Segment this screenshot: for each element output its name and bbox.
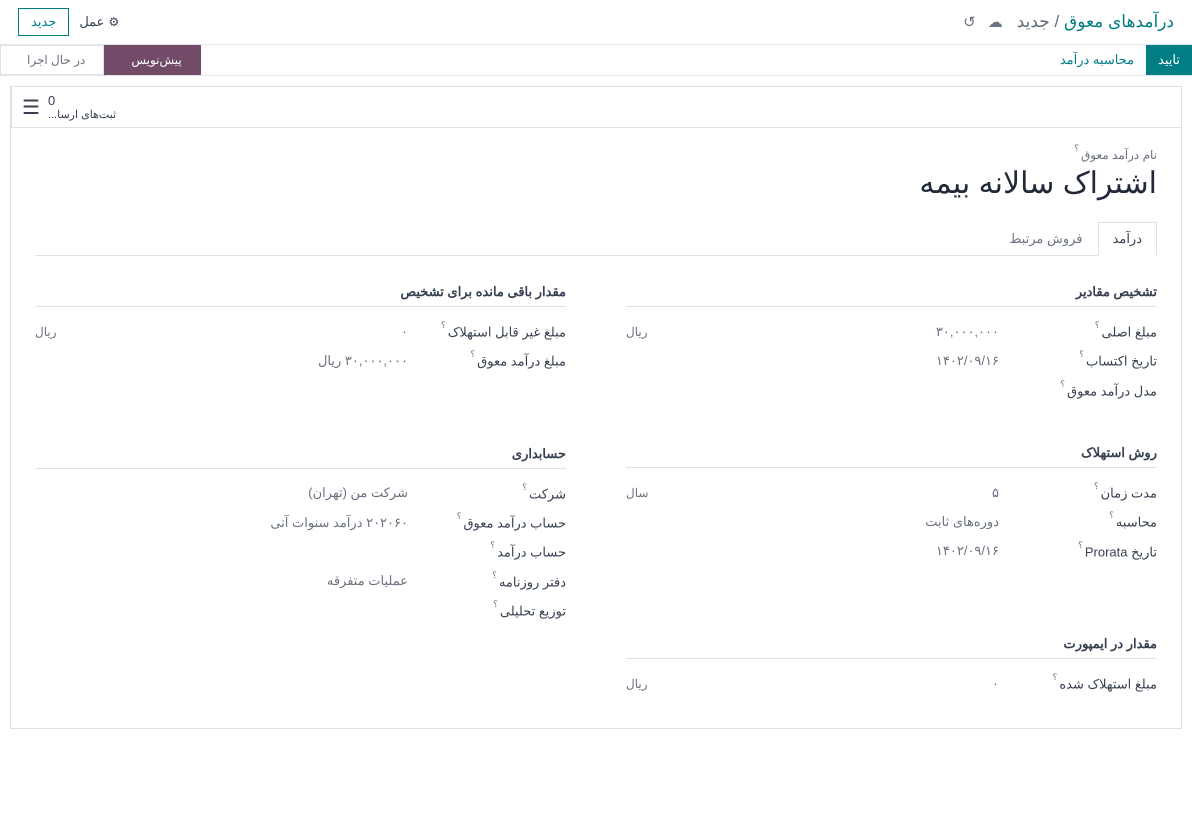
stat-count: 0	[48, 93, 116, 108]
breadcrumb: درآمدهای معوق / جدید	[1017, 12, 1174, 32]
duration-label: مدت زمان؟	[1007, 484, 1157, 501]
breadcrumb-current: جدید	[1017, 12, 1050, 31]
group-method: روش استهلاک	[626, 445, 1157, 468]
deferred-amount-label: مبلغ درآمد معوق؟	[416, 352, 566, 369]
compute-revenue-button[interactable]: محاسبه درآمد	[1048, 45, 1146, 75]
group-remaining: مقدار باقی مانده برای تشخیص	[35, 284, 566, 307]
stage-draft[interactable]: پیش‌نویس	[104, 45, 200, 75]
record-title[interactable]: اشتراک سالانه بیمه	[35, 166, 1157, 201]
posted-entries-button[interactable]: 0 ثبت‌های ارسا... ☰	[11, 87, 126, 127]
name-label: نام درآمد معوق؟	[35, 146, 1157, 162]
acquisition-date-label: تاریخ اکتساب؟	[1007, 352, 1157, 369]
duration-field[interactable]: ۵ سال	[626, 485, 999, 501]
prorata-date-field[interactable]: ۱۴۰۲/۰۹/۱۶	[626, 543, 999, 559]
acquisition-date-field[interactable]: ۱۴۰۲/۰۹/۱۶	[626, 353, 999, 369]
gear-icon: ⚙	[108, 15, 119, 29]
stat-label: ثبت‌های ارسا...	[48, 108, 116, 121]
prorata-date-label: تاریخ Prorata؟	[1007, 543, 1157, 560]
undo-icon[interactable]: ↺	[963, 13, 976, 31]
non-depreciable-field[interactable]: ۰ ریال	[35, 324, 408, 340]
journal-label: دفتر روزنامه؟	[416, 573, 566, 590]
deferred-account-field[interactable]: ۲۰۲۰۶۰ درآمد سنوات آتی	[35, 515, 408, 531]
group-allocation: تشخیص مقادیر	[626, 284, 1157, 307]
action-label: عمل	[79, 14, 104, 30]
non-depreciable-label: مبلغ غیر قابل استهلاک؟	[416, 323, 566, 340]
analytic-label: توزیع تحلیلی؟	[416, 602, 566, 619]
depreciated-field[interactable]: ۰ ریال	[626, 676, 999, 692]
computation-field[interactable]: دوره‌های ثابت	[626, 514, 999, 530]
original-value-label: مبلغ اصلی؟	[1007, 323, 1157, 340]
cloud-upload-icon[interactable]: ☁	[988, 13, 1003, 31]
group-accounting: حسابداری	[35, 446, 566, 469]
deferred-account-label: حساب درآمد معوق؟	[416, 514, 566, 531]
tab-related-sales[interactable]: فروش مرتبط	[994, 222, 1097, 256]
company-field[interactable]: شرکت من (تهران)	[35, 485, 408, 501]
computation-label: محاسبه؟	[1007, 513, 1157, 530]
deferred-amount-field: ۳۰,۰۰۰,۰۰۰ ریال	[35, 353, 408, 369]
action-menu[interactable]: ⚙ عمل	[79, 14, 119, 30]
group-import: مقدار در ایمپورت	[626, 636, 1157, 659]
bars-icon: ☰	[22, 95, 40, 120]
depreciated-label: مبلغ استهلاک شده؟	[1007, 675, 1157, 692]
tab-revenue[interactable]: درآمد	[1098, 222, 1157, 256]
revenue-account-label: حساب درآمد؟	[416, 543, 566, 560]
new-button[interactable]: جدید	[18, 8, 69, 36]
confirm-button[interactable]: تایید	[1146, 45, 1192, 75]
journal-field[interactable]: عملیات متفرقه	[35, 573, 408, 589]
model-label: مدل درآمد معوق؟	[1007, 382, 1157, 399]
stage-running[interactable]: در حال اجرا	[0, 45, 104, 75]
company-label: شرکت؟	[416, 485, 566, 502]
original-value-field[interactable]: ۳۰,۰۰۰,۰۰۰ ریال	[626, 324, 999, 340]
breadcrumb-root[interactable]: درآمدهای معوق	[1064, 12, 1174, 31]
